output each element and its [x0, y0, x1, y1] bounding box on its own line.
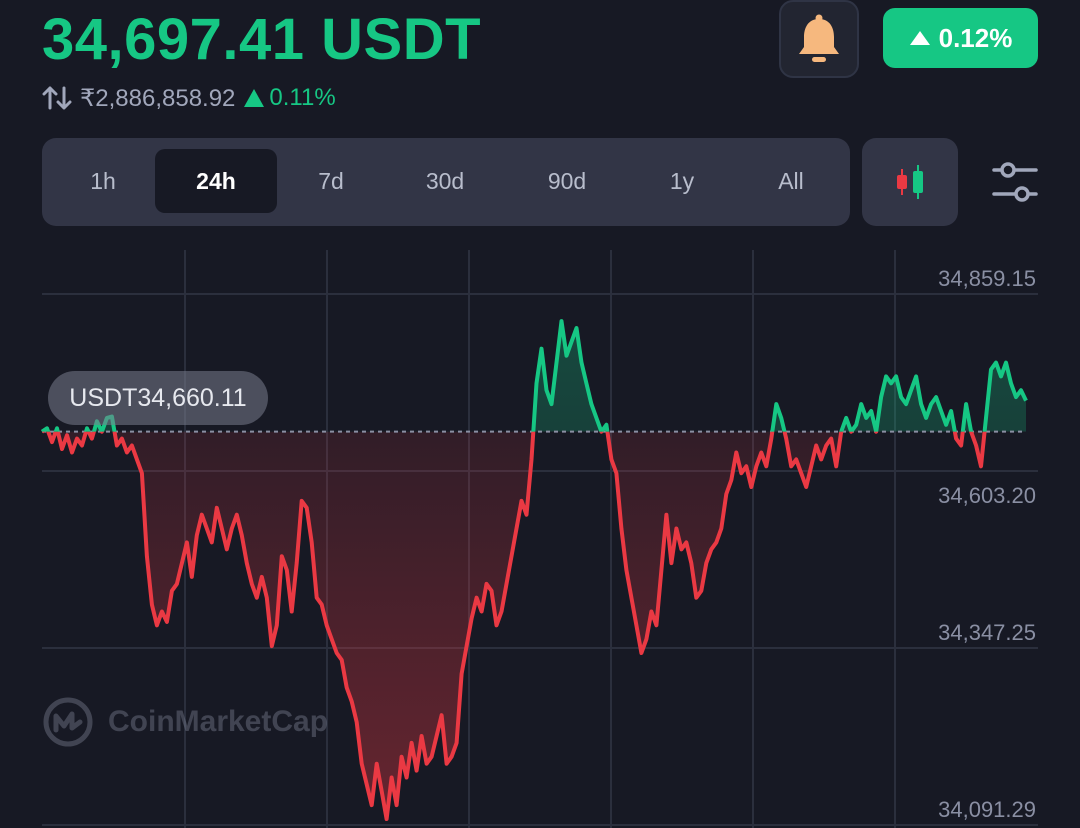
bell-icon [799, 14, 839, 62]
tab-7d[interactable]: 7d [304, 149, 358, 213]
change-24h-value: 0.12% [938, 22, 1013, 53]
tab-30d[interactable]: 30d [414, 149, 476, 213]
tab-1h[interactable]: 1h [80, 149, 126, 213]
current-price: 34,697.41 USDT [42, 7, 482, 72]
tab-90d[interactable]: 90d [536, 149, 598, 213]
price-alert-button[interactable] [779, 0, 859, 78]
cursor-price-tooltip: USDT34,660.11 [48, 371, 268, 425]
y-tick-label: 34,091.29 [938, 797, 1036, 822]
chart-settings-button[interactable] [990, 158, 1040, 206]
tab-1y[interactable]: 1y [660, 149, 704, 213]
chart-y-ticks: 34,859.15 34,603.20 34,347.25 34,091.29 [938, 266, 1036, 822]
candlestick-icon [897, 165, 923, 199]
inr-price: ₹2,886,858.92 [80, 84, 236, 112]
triangle-up-icon [244, 89, 265, 107]
inr-change: 0.11% [243, 84, 336, 112]
sliders-icon [992, 162, 1038, 202]
watermark-text: CoinMarketCap [108, 705, 329, 738]
y-tick-label: 34,347.25 [938, 620, 1036, 645]
coinmarketcap-logo-icon [43, 697, 93, 747]
secondary-price-row: ₹2,886,858.92 0.11% [42, 84, 336, 112]
triangle-up-icon [909, 31, 930, 45]
y-tick-label: 34,859.15 [938, 266, 1036, 291]
change-24h-badge: 0.12% [883, 8, 1038, 68]
coinmarketcap-watermark: CoinMarketCap [42, 696, 328, 748]
y-tick-label: 34,603.20 [938, 483, 1036, 508]
inr-change-value: 0.11% [269, 84, 336, 111]
tab-24h[interactable]: 24h [155, 149, 277, 213]
time-range-tabs: 1h 24h 7d 30d 90d 1y All [42, 138, 850, 226]
swap-vertical-icon[interactable] [42, 84, 72, 112]
tab-all[interactable]: All [770, 149, 812, 213]
candlestick-toggle-button[interactable] [862, 138, 958, 226]
